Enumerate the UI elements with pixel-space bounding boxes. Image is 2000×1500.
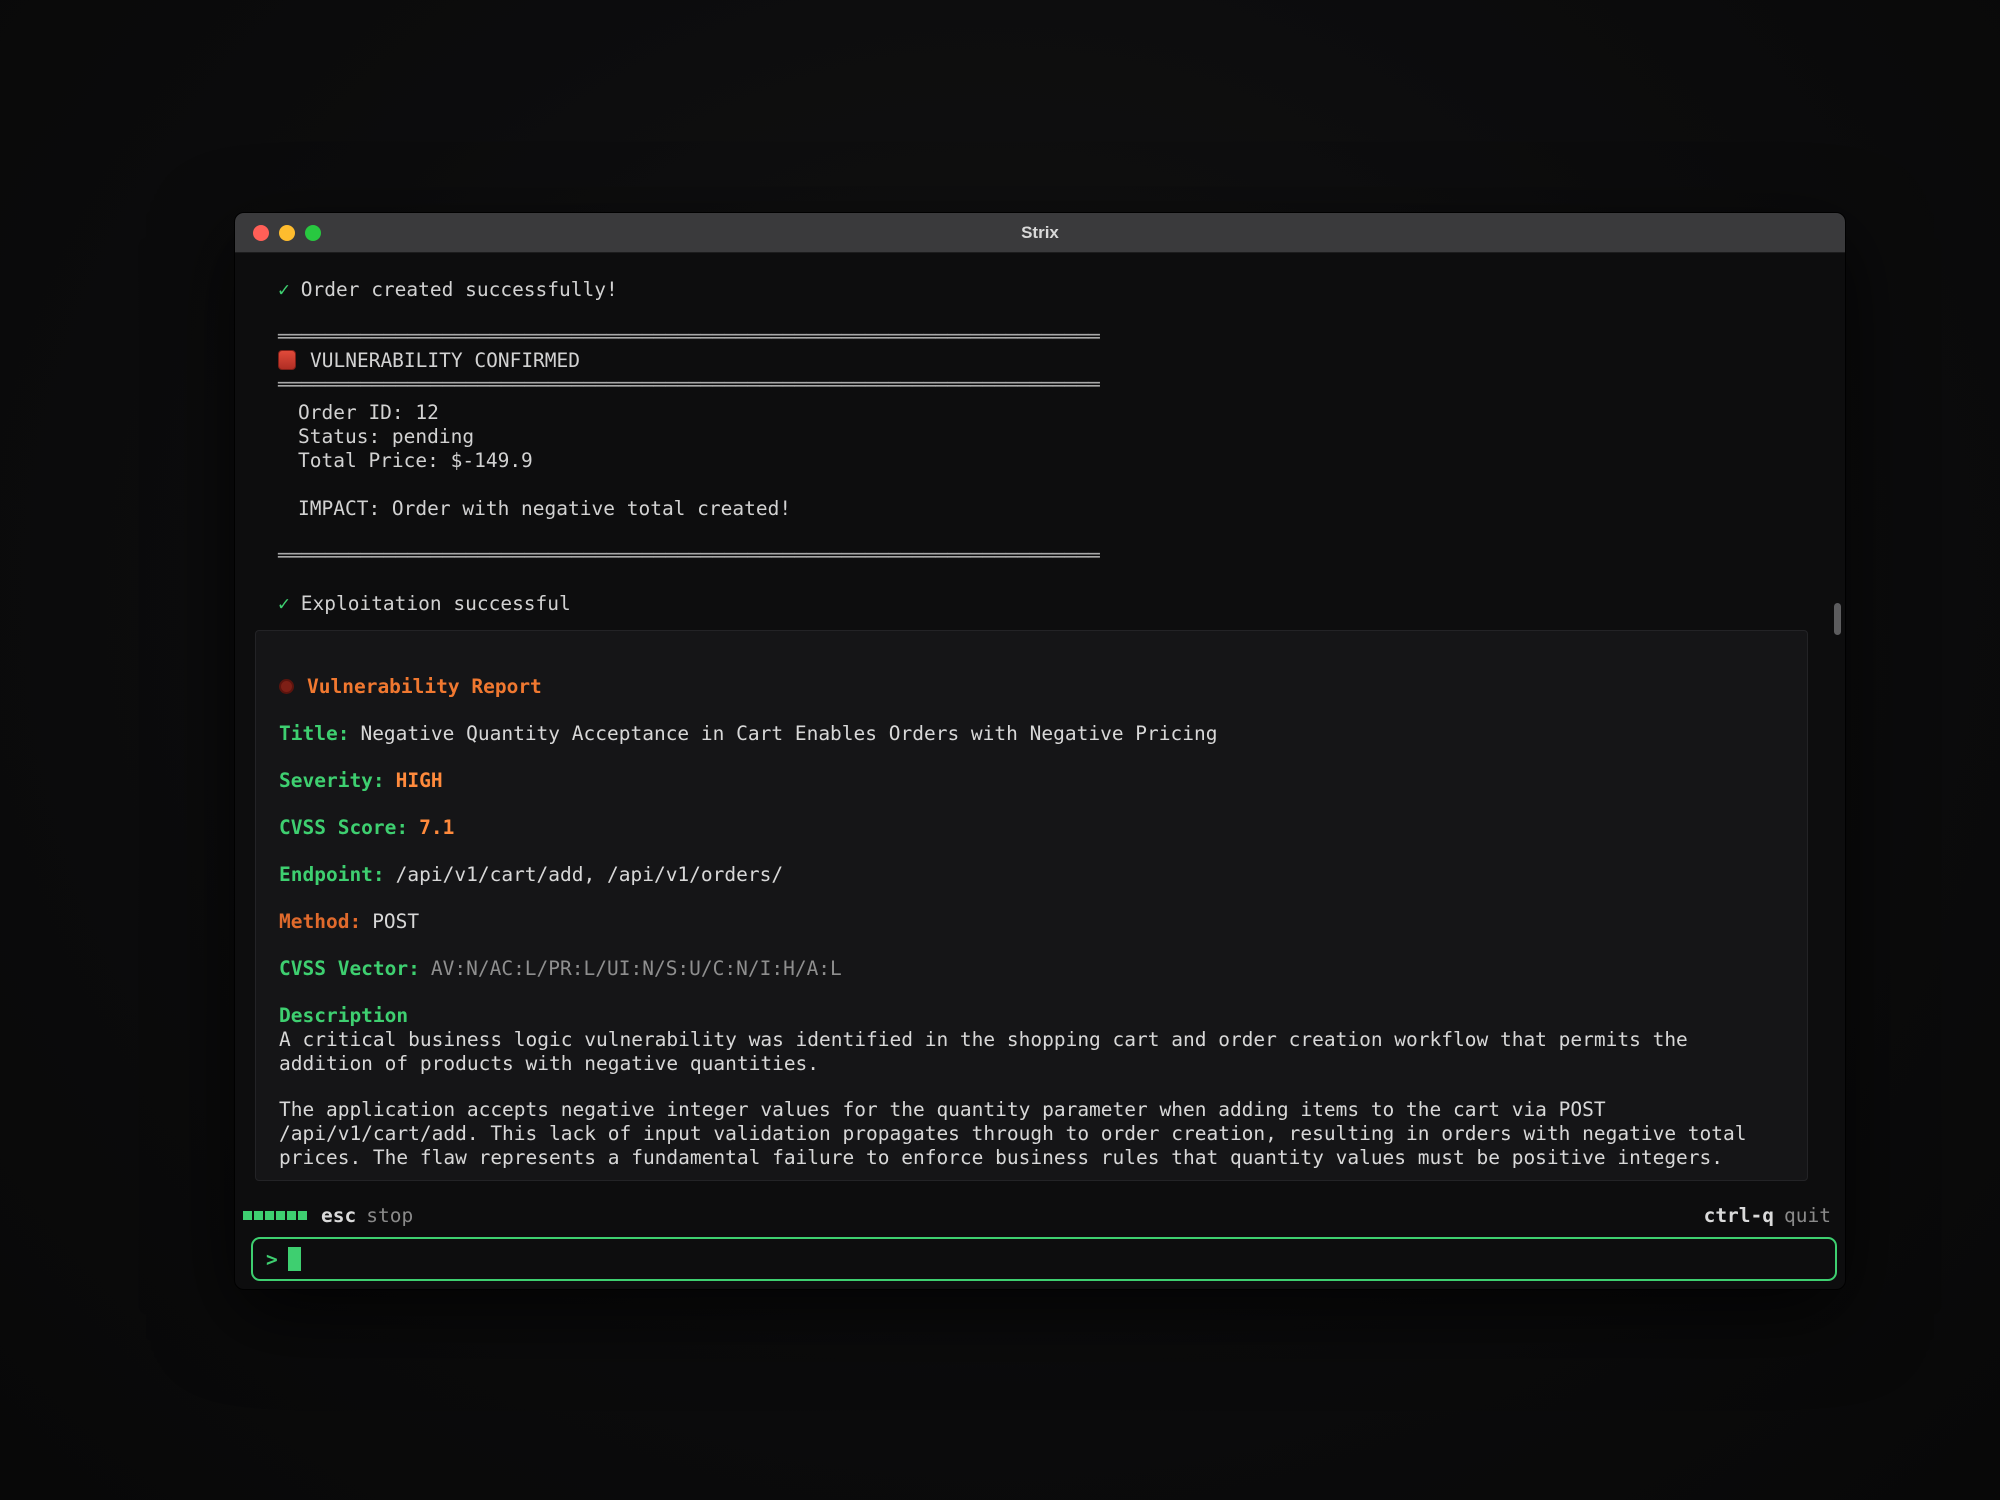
check-icon: ✓ [278,278,290,301]
status-bar: esc stop ctrl-q quit [243,1203,1831,1227]
order-status-line: Status: pending [298,425,1845,449]
severity-label: Severity: [279,769,385,792]
terminal-input[interactable]: > [251,1237,1837,1281]
description-heading: Description [279,1004,1783,1028]
total-price-line: Total Price: $-149.9 [298,449,1845,473]
esc-key-hint[interactable]: esc [321,1204,356,1227]
desktop-background: Strix ✓ Order created successfully! ═════… [0,0,2000,1500]
exploitation-line: ✓ Exploitation successful [278,592,1845,616]
order-id-line: Order ID: 12 [298,401,1845,425]
report-heading: Vulnerability Report [279,675,1783,699]
stop-label: stop [366,1204,413,1227]
ctrl-q-key-hint[interactable]: ctrl-q [1704,1204,1774,1227]
endpoint-value: /api/v1/cart/add, /api/v1/orders/ [396,863,783,886]
exploitation-text: Exploitation successful [301,592,571,615]
text-cursor [288,1247,301,1271]
vulnerability-report-panel: Vulnerability Report Title: Negative Quan… [255,630,1808,1181]
quit-label: quit [1784,1204,1831,1227]
alert-icon [278,350,296,370]
scrollbar-thumb[interactable] [1834,603,1841,635]
cvss-score-value: 7.1 [419,816,454,839]
separator-line: ════════════════════════════════════════… [278,544,1845,568]
vulnerability-confirmed-text: VULNERABILITY CONFIRMED [310,349,580,372]
report-heading-text: Vulnerability Report [307,675,542,698]
method-value: POST [372,910,419,933]
impact-line: IMPACT: Order with negative total create… [278,497,1845,521]
vulnerability-confirmed-line: VULNERABILITY CONFIRMED [278,349,1845,373]
endpoint-label: Endpoint: [279,863,385,886]
cvss-score-label: CVSS Score: [279,816,408,839]
spinner-icon [243,1211,307,1220]
input-prompt: > [266,1248,278,1271]
report-title-row: Title: Negative Quantity Acceptance in Ca… [279,722,1783,746]
close-button[interactable] [253,225,269,241]
description-paragraph-2: The application accepts negative integer… [279,1098,1759,1170]
report-cvss-row: CVSS Score: 7.1 [279,816,1783,840]
traffic-lights [253,225,321,241]
check-icon: ✓ [278,592,290,615]
window-titlebar[interactable]: Strix [235,213,1845,253]
minimize-button[interactable] [279,225,295,241]
report-endpoint-row: Endpoint: /api/v1/cart/add, /api/v1/order… [279,863,1783,887]
cvss-vector-label: CVSS Vector: [279,957,420,980]
report-method-row: Method: POST [279,910,1783,934]
zoom-button[interactable] [305,225,321,241]
report-severity-row: Severity: HIGH [279,769,1783,793]
severity-value: HIGH [396,769,443,792]
spider-icon [279,679,294,694]
description-paragraph-1: A critical business logic vulnerability … [279,1028,1759,1076]
separator-line: ════════════════════════════════════════… [278,373,1845,397]
terminal-output: ✓ Order created successfully! ═══════════… [235,253,1845,616]
order-success-text: Order created successfully! [301,278,618,301]
window-title: Strix [1021,223,1059,243]
title-value: Negative Quantity Acceptance in Cart Ena… [360,722,1217,745]
method-label: Method: [279,910,361,933]
cvss-vector-value: AV:N/AC:L/PR:L/UI:N/S:U/C:N/I:H/A:L [431,957,842,980]
report-vector-row: CVSS Vector: AV:N/AC:L/PR:L/UI:N/S:U/C:N/… [279,957,1783,981]
title-label: Title: [279,722,349,745]
strix-window: Strix ✓ Order created successfully! ═════… [234,212,1846,1290]
order-success-line: ✓ Order created successfully! [278,278,1845,302]
separator-line: ════════════════════════════════════════… [278,325,1845,349]
